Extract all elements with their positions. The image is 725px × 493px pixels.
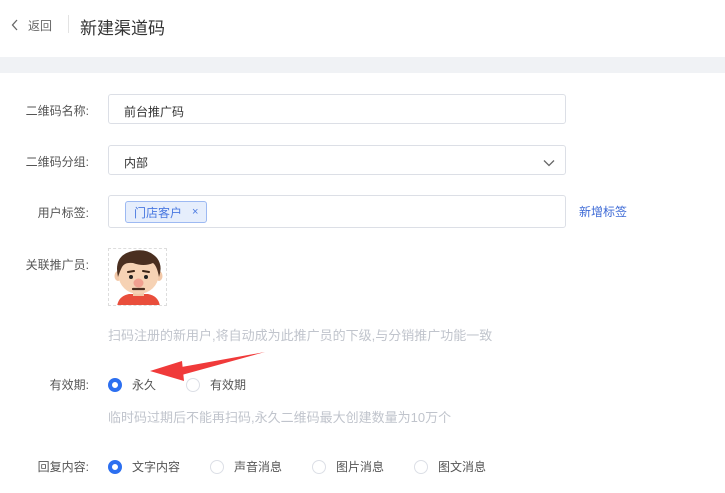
radio-unchecked-icon [210, 459, 224, 474]
qr-group-value: 内部 [124, 156, 149, 170]
page-title: 新建渠道码 [80, 19, 165, 38]
validity-option-label: 有效期 [210, 378, 247, 392]
header-divider [68, 15, 69, 33]
validity-hint: 临时码过期后不能再扫码,永久二维码最大创建数量为10万个 [108, 410, 452, 425]
validity-option-permanent[interactable]: 永久 [108, 376, 156, 393]
qr-name-label: 二维码名称: [25, 104, 89, 118]
promoter-label: 关联推广员: [25, 258, 89, 272]
radio-checked-icon [108, 459, 122, 474]
chevron-down-icon [543, 155, 555, 167]
user-tags-input[interactable]: 门店客户 × [108, 195, 566, 228]
reply-option-text[interactable]: 文字内容 [108, 458, 180, 475]
reply-option-label: 文字内容 [132, 460, 181, 474]
radio-unchecked-icon [414, 459, 428, 474]
user-tags-label: 用户标签: [37, 206, 89, 220]
tag-chip-text: 门店客户 [134, 205, 183, 220]
back-button[interactable]: 返回 [10, 15, 52, 35]
back-label: 返回 [28, 18, 53, 33]
promoter-avatar[interactable] [108, 248, 167, 306]
qr-group-label: 二维码分组: [25, 155, 89, 169]
page-header: 返回 新建渠道码 [0, 0, 725, 52]
radio-unchecked-icon [186, 377, 200, 392]
section-separator [0, 57, 725, 73]
validity-label: 有效期: [49, 378, 89, 392]
radio-unchecked-icon [312, 459, 326, 474]
radio-checked-icon [108, 377, 122, 392]
chevron-left-icon [10, 15, 20, 35]
reply-label: 回复内容: [37, 460, 89, 474]
reply-option-label: 图片消息 [336, 460, 385, 474]
tag-remove-icon[interactable]: × [192, 206, 198, 218]
validity-option-expiry[interactable]: 有效期 [186, 376, 246, 393]
add-tag-link[interactable]: 新增标签 [579, 203, 627, 220]
reply-option-voice[interactable]: 声音消息 [210, 458, 282, 475]
qr-group-select[interactable]: 内部 [108, 145, 566, 175]
qr-name-value: 前台推广码 [124, 105, 185, 119]
validity-option-label: 永久 [132, 378, 157, 392]
promoter-hint: 扫码注册的新用户,将自动成为此推广员的下级,与分销推广功能一致 [108, 328, 493, 343]
tag-chip: 门店客户 × [125, 201, 208, 223]
reply-option-label: 图文消息 [438, 460, 487, 474]
qr-name-input[interactable]: 前台推广码 [108, 94, 566, 124]
reply-option-label: 声音消息 [234, 460, 283, 474]
reply-option-image[interactable]: 图片消息 [312, 458, 384, 475]
reply-option-article[interactable]: 图文消息 [414, 458, 486, 475]
